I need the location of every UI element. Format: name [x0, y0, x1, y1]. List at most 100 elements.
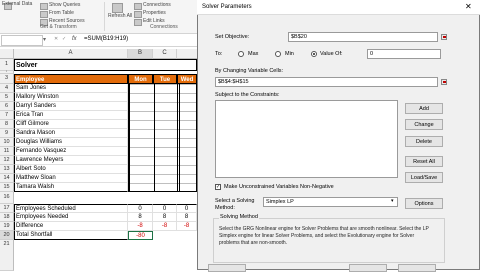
dialog-title: Solver Parameters — [202, 4, 252, 10]
ribbon-properties[interactable]: Properties — [143, 10, 166, 16]
row-header[interactable]: 9 — [0, 129, 14, 138]
summary-label[interactable]: Difference — [14, 222, 128, 231]
header-tue[interactable]: Tue — [153, 74, 177, 84]
row-header[interactable]: 10 — [0, 138, 14, 147]
column-header-d[interactable] — [177, 49, 198, 59]
radio-max[interactable] — [238, 51, 244, 57]
employee-cell[interactable]: Matthew Sloan — [14, 174, 128, 183]
employee-cell[interactable]: Douglas Williams — [14, 138, 128, 147]
employee-cell[interactable]: Fernando Vasquez — [14, 147, 128, 156]
help-button[interactable] — [208, 264, 246, 272]
employee-cell[interactable]: Cliff Gilmore — [14, 120, 128, 129]
employee-cell[interactable]: Erica Tran — [14, 111, 128, 120]
fx-icon[interactable]: fx — [72, 36, 77, 42]
employee-cell[interactable]: Mallory Winston — [14, 93, 128, 102]
summary-label[interactable]: Total Shortfall — [14, 231, 128, 240]
row-header[interactable]: 12 — [0, 156, 14, 165]
summary-value[interactable]: -8 — [177, 222, 197, 231]
radio-min[interactable] — [275, 51, 281, 57]
collapse-objective-icon[interactable] — [441, 34, 447, 40]
change-button[interactable]: Change — [405, 119, 443, 130]
close-icon[interactable]: ✕ — [465, 2, 472, 11]
enter-icon[interactable]: ✓ — [62, 36, 66, 42]
from-table-icon[interactable] — [40, 11, 48, 18]
summary-label[interactable]: Employees Needed — [14, 213, 128, 222]
name-box[interactable] — [1, 35, 43, 46]
delete-button[interactable]: Delete — [405, 136, 443, 147]
nonneg-checkbox[interactable]: ✓ — [215, 184, 221, 190]
properties-icon[interactable] — [134, 11, 142, 18]
summary-value[interactable]: 0 — [128, 204, 153, 213]
close-button[interactable] — [398, 264, 436, 272]
employee-cell[interactable]: Sam Jones — [14, 84, 128, 93]
name-box-dropdown-icon[interactable]: ▾ — [43, 36, 46, 43]
ribbon-refresh-all[interactable]: Refresh All — [108, 13, 132, 19]
ribbon-show-queries[interactable]: Show Queries — [49, 2, 80, 8]
row-header[interactable]: 21 — [0, 240, 14, 271]
method-description-1: Select the GRG Nonlinear engine for Solv… — [219, 226, 429, 232]
objective-input[interactable]: $B$20 — [288, 32, 438, 42]
summary-value[interactable]: 0 — [177, 204, 197, 213]
solve-button[interactable] — [349, 264, 387, 272]
radio-value-of[interactable] — [311, 51, 317, 57]
column-header-b[interactable]: B — [128, 49, 153, 59]
load-save-button[interactable]: Load/Save — [405, 172, 443, 183]
header-wed[interactable]: Wed — [177, 74, 197, 84]
chevron-down-icon[interactable]: ▾ — [391, 198, 394, 204]
method-select[interactable]: Simplex LP — [263, 197, 398, 207]
row-header[interactable]: 18 — [0, 213, 14, 222]
header-mon[interactable]: Mon — [128, 74, 153, 84]
reset-all-button[interactable]: Reset All — [405, 156, 443, 167]
row-header[interactable]: 7 — [0, 111, 14, 120]
method-label: Select a Solving — [215, 198, 255, 204]
sheet-title[interactable]: Solver — [14, 59, 197, 71]
row-header[interactable]: 5 — [0, 93, 14, 102]
ribbon-connections[interactable]: Connections — [143, 2, 171, 8]
row-header[interactable]: 13 — [0, 165, 14, 174]
employee-cell[interactable]: Albert Soto — [14, 165, 128, 174]
refresh-icon[interactable] — [112, 3, 123, 13]
ribbon-from-table[interactable]: From Table — [49, 10, 74, 16]
summary-value[interactable]: 8 — [128, 213, 153, 222]
header-employee[interactable]: Employee — [14, 74, 128, 84]
row-header[interactable]: 16 — [0, 192, 14, 204]
summary-label[interactable]: Employees Scheduled — [14, 204, 128, 213]
summary-value[interactable]: -8 — [153, 222, 177, 231]
row-header[interactable]: 19 — [0, 222, 14, 231]
add-button[interactable]: Add — [405, 103, 443, 114]
select-all-corner[interactable] — [0, 49, 14, 59]
row-header[interactable]: 14 — [0, 174, 14, 183]
options-button[interactable]: Options — [405, 198, 443, 209]
connections-icon[interactable] — [134, 3, 142, 10]
ribbon-external-data[interactable]: External Data — [2, 1, 32, 7]
employee-cell[interactable]: Tamara Walsh — [14, 183, 128, 192]
column-header-a[interactable]: A — [14, 49, 128, 59]
employee-cell[interactable]: Sandra Mason — [14, 129, 128, 138]
summary-value[interactable]: 0 — [153, 204, 177, 213]
schedule-grid[interactable] — [128, 84, 197, 192]
summary-value[interactable]: -8 — [128, 222, 153, 231]
employee-cell[interactable]: Darryl Sanders — [14, 102, 128, 111]
changing-cells-input[interactable]: $B$4:$H$15 — [215, 77, 438, 87]
row-header[interactable]: 11 — [0, 147, 14, 156]
total-shortfall-cell[interactable]: -80 — [128, 231, 153, 240]
column-header-c[interactable]: C — [153, 49, 177, 59]
row-header[interactable]: 1 — [0, 59, 14, 71]
row-header[interactable]: 3 — [0, 74, 14, 84]
formula-input[interactable]: =SUM(B19:H19) — [84, 36, 128, 42]
summary-value[interactable]: 8 — [177, 213, 197, 222]
row-header[interactable]: 8 — [0, 120, 14, 129]
row-header[interactable]: 6 — [0, 102, 14, 111]
summary-value[interactable]: 8 — [153, 213, 177, 222]
row-header[interactable]: 17 — [0, 204, 14, 213]
row-header[interactable]: 4 — [0, 84, 14, 93]
value-of-input[interactable]: 0 — [367, 49, 441, 59]
collapse-changing-icon[interactable] — [441, 79, 447, 85]
constraints-list[interactable] — [215, 100, 398, 178]
edit-links-icon[interactable] — [134, 19, 142, 26]
row-header[interactable]: 20 — [0, 231, 14, 240]
row-header[interactable]: 15 — [0, 183, 14, 192]
show-queries-icon[interactable] — [40, 3, 48, 10]
employee-cell[interactable]: Lawrence Meyers — [14, 156, 128, 165]
cancel-icon[interactable]: ✕ — [54, 36, 58, 42]
